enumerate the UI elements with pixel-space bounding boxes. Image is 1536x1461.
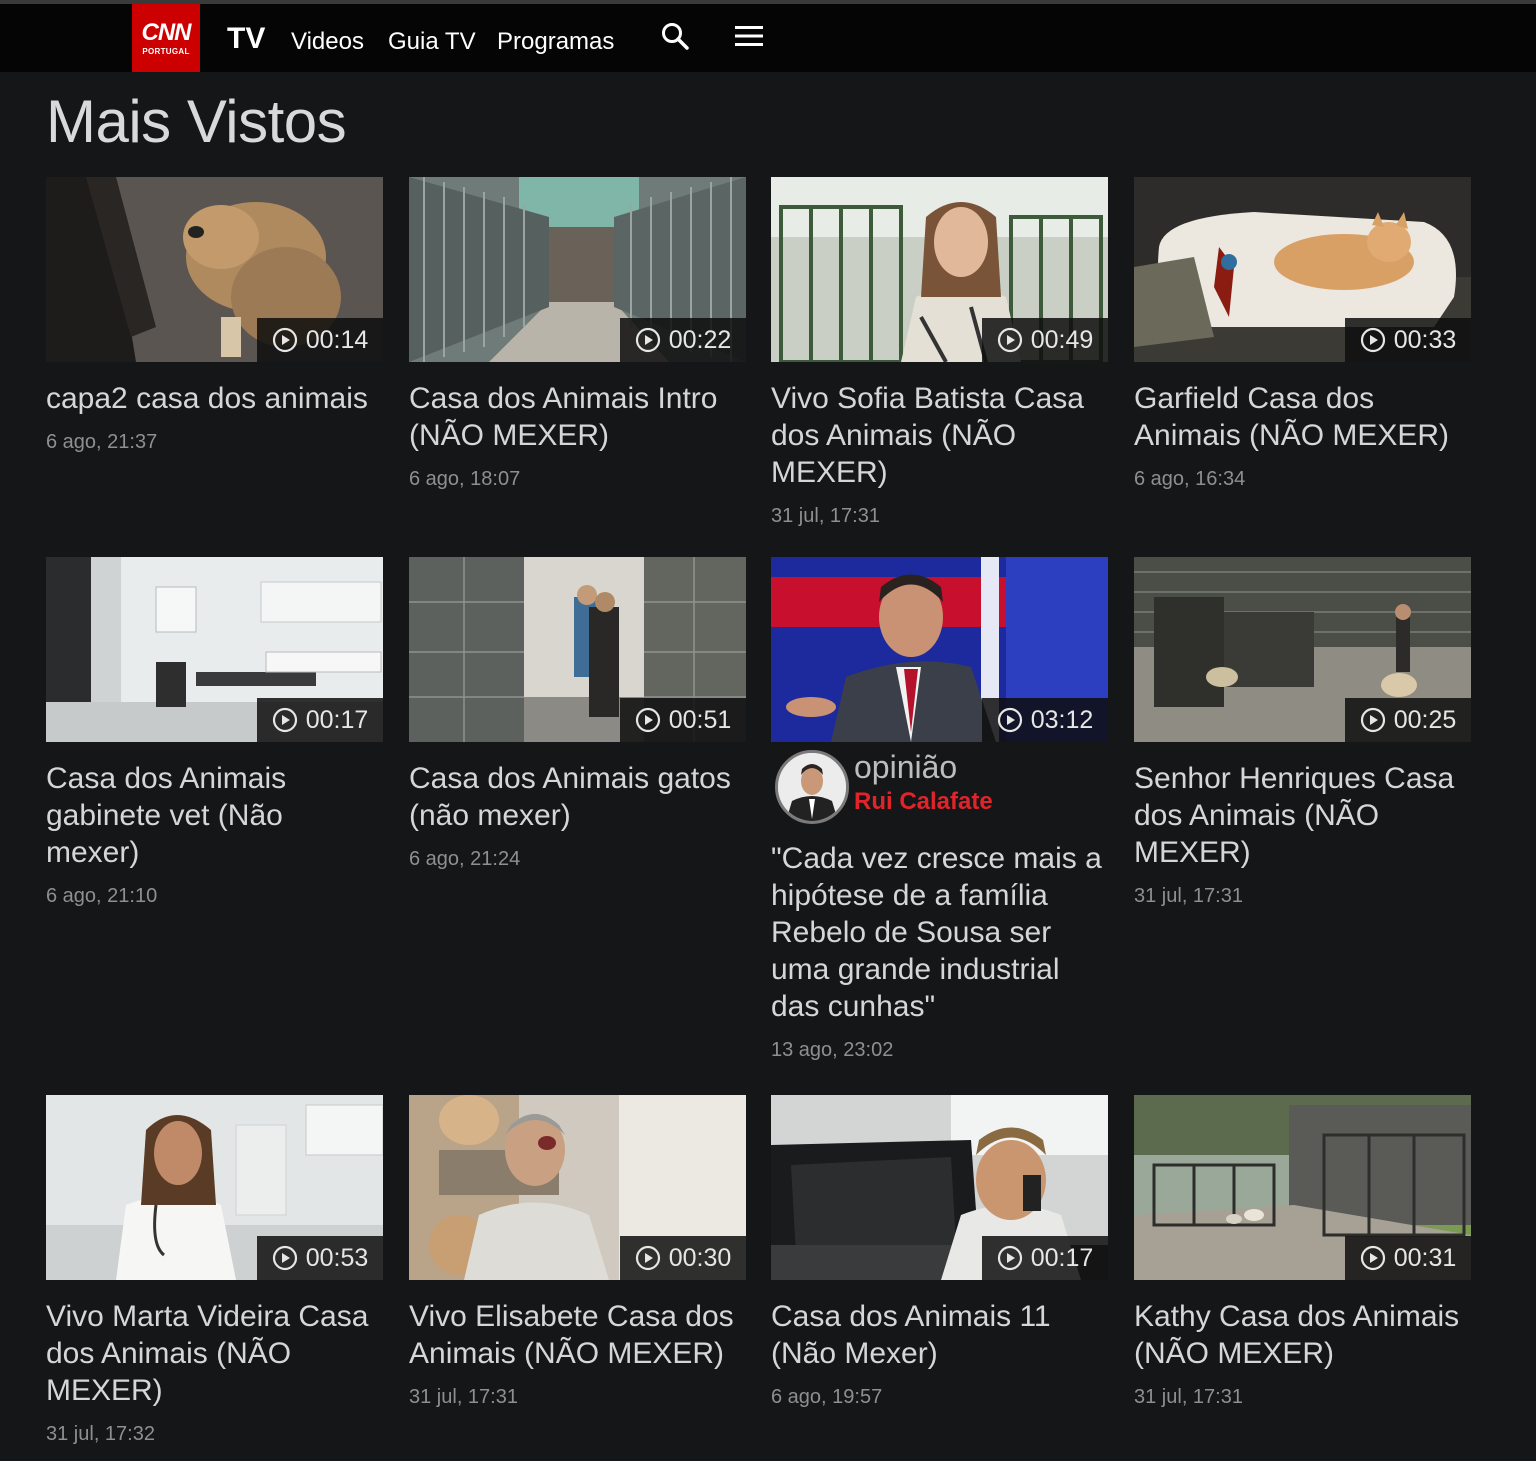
video-date: 6 ago, 21:24 bbox=[409, 848, 521, 870]
video-thumbnail[interactable]: 03:12 bbox=[771, 557, 1108, 742]
play-icon bbox=[272, 327, 297, 353]
duration-badge: 00:14 bbox=[257, 318, 383, 362]
duration-badge: 03:12 bbox=[982, 698, 1108, 742]
duration-badge: 00:17 bbox=[982, 1236, 1108, 1280]
video-card[interactable]: 00:30 Vivo Elisabete Casa dos Animais (N… bbox=[409, 1095, 746, 1409]
duration-text: 00:17 bbox=[1030, 1243, 1094, 1272]
play-icon bbox=[272, 1245, 297, 1271]
video-thumbnail[interactable]: 00:53 bbox=[46, 1095, 383, 1280]
duration-badge: 00:51 bbox=[620, 698, 746, 742]
video-date: 31 jul, 17:31 bbox=[1134, 1386, 1243, 1408]
video-thumbnail[interactable]: 00:17 bbox=[46, 557, 383, 742]
play-icon bbox=[1360, 327, 1385, 353]
duration-badge: 00:30 bbox=[620, 1236, 746, 1280]
video-title[interactable]: Kathy Casa dos Animais (NÃO MEXER) bbox=[1134, 1298, 1471, 1372]
video-card[interactable]: 00:22 Casa dos Animais Intro (NÃO MEXER)… bbox=[409, 177, 746, 491]
duration-badge: 00:22 bbox=[620, 318, 746, 362]
video-card[interactable]: 00:33 Garfield Casa dos Animais (NÃO MEX… bbox=[1134, 177, 1471, 491]
play-icon bbox=[635, 327, 660, 353]
video-thumbnail[interactable]: 00:17 bbox=[771, 1095, 1108, 1280]
video-thumbnail[interactable]: 00:22 bbox=[409, 177, 746, 362]
video-thumbnail[interactable]: 00:31 bbox=[1134, 1095, 1471, 1280]
duration-badge: 00:49 bbox=[982, 318, 1108, 362]
duration-badge: 00:53 bbox=[257, 1236, 383, 1280]
opinion-byline: opinião Rui Calafate bbox=[775, 750, 1108, 824]
video-title[interactable]: Casa dos Animais 11 (Não Mexer) bbox=[771, 1298, 1108, 1372]
video-card[interactable]: 00:31 Kathy Casa dos Animais (NÃO MEXER)… bbox=[1134, 1095, 1471, 1409]
video-thumbnail[interactable]: 00:51 bbox=[409, 557, 746, 742]
video-title[interactable]: Casa dos Animais gabinete vet (Não mexer… bbox=[46, 760, 383, 871]
video-title[interactable]: Garfield Casa dos Animais (NÃO MEXER) bbox=[1134, 380, 1471, 454]
video-thumbnail[interactable]: 00:25 bbox=[1134, 557, 1471, 742]
video-date: 6 ago, 21:10 bbox=[46, 885, 158, 907]
duration-text: 00:53 bbox=[305, 1243, 369, 1272]
duration-text: 03:12 bbox=[1030, 705, 1094, 734]
play-icon bbox=[272, 707, 297, 733]
video-title[interactable]: Casa dos Animais gatos (não mexer) bbox=[409, 760, 746, 834]
nav-link-programas[interactable]: Programas bbox=[497, 28, 614, 56]
duration-text: 00:31 bbox=[1393, 1243, 1457, 1272]
video-card[interactable]: 00:17 Casa dos Animais gabinete vet (Não… bbox=[46, 557, 383, 908]
video-card[interactable]: 00:17 Casa dos Animais 11 (Não Mexer) 6 … bbox=[771, 1095, 1108, 1409]
duration-text: 00:14 bbox=[305, 325, 369, 354]
video-date: 31 jul, 17:31 bbox=[409, 1386, 518, 1408]
video-thumbnail[interactable]: 00:33 bbox=[1134, 177, 1471, 362]
video-title[interactable]: Casa dos Animais Intro (NÃO MEXER) bbox=[409, 380, 746, 454]
video-date: 6 ago, 19:57 bbox=[771, 1386, 883, 1408]
logo-subtext: PORTUGAL bbox=[142, 46, 190, 56]
video-card[interactable]: 00:49 Vivo Sofia Batista Casa dos Animai… bbox=[771, 177, 1108, 528]
opinion-card[interactable]: 03:12 opinião Rui Calafate "Cada vez cre… bbox=[771, 557, 1108, 1062]
opinion-label: opinião bbox=[854, 749, 958, 785]
video-card[interactable]: 00:25 Senhor Henriques Casa dos Animais … bbox=[1134, 557, 1471, 908]
play-icon bbox=[635, 1245, 660, 1271]
play-icon bbox=[635, 707, 660, 733]
video-card[interactable]: 00:51 Casa dos Animais gatos (não mexer)… bbox=[409, 557, 746, 871]
duration-text: 00:25 bbox=[1393, 705, 1457, 734]
video-card[interactable]: 00:14 capa2 casa dos animais 6 ago, 21:3… bbox=[46, 177, 383, 454]
video-date: 13 ago, 23:02 bbox=[771, 1039, 894, 1061]
hamburger-menu-icon[interactable] bbox=[731, 18, 767, 54]
duration-badge: 00:25 bbox=[1345, 698, 1471, 742]
nav-link-guia-tv[interactable]: Guia TV bbox=[388, 28, 476, 56]
video-date: 6 ago, 18:07 bbox=[409, 468, 521, 490]
logo-text: CNN bbox=[141, 18, 192, 46]
video-title[interactable]: Vivo Elisabete Casa dos Animais (NÃO MEX… bbox=[409, 1298, 746, 1372]
video-title[interactable]: Vivo Sofia Batista Casa dos Animais (NÃO… bbox=[771, 380, 1108, 491]
video-title[interactable]: capa2 casa dos animais bbox=[46, 380, 383, 417]
duration-text: 00:22 bbox=[668, 325, 732, 354]
author-name[interactable]: Rui Calafate bbox=[854, 787, 993, 817]
play-icon bbox=[997, 327, 1022, 353]
cnn-portugal-logo[interactable]: CNN PORTUGAL bbox=[132, 4, 200, 72]
video-thumbnail[interactable]: 00:30 bbox=[409, 1095, 746, 1280]
video-thumbnail[interactable]: 00:14 bbox=[46, 177, 383, 362]
play-icon bbox=[997, 707, 1022, 733]
video-date: 6 ago, 21:37 bbox=[46, 431, 158, 453]
video-title[interactable]: Vivo Marta Videira Casa dos Animais (NÃO… bbox=[46, 1298, 383, 1409]
nav-link-videos[interactable]: Videos bbox=[291, 28, 364, 56]
video-date: 6 ago, 16:34 bbox=[1134, 468, 1246, 490]
video-title[interactable]: Senhor Henriques Casa dos Animais (NÃO M… bbox=[1134, 760, 1471, 871]
duration-badge: 00:31 bbox=[1345, 1236, 1471, 1280]
video-thumbnail[interactable]: 00:49 bbox=[771, 177, 1108, 362]
video-date: 31 jul, 17:32 bbox=[46, 1423, 155, 1445]
play-icon bbox=[1360, 707, 1385, 733]
play-icon bbox=[997, 1245, 1022, 1271]
video-date: 31 jul, 17:31 bbox=[1134, 885, 1243, 907]
nav-tv-label[interactable]: TV bbox=[227, 22, 265, 56]
duration-text: 00:33 bbox=[1393, 325, 1457, 354]
top-navbar: CNN PORTUGAL TV Videos Guia TV Programas bbox=[0, 4, 1536, 72]
duration-text: 00:30 bbox=[668, 1243, 732, 1272]
play-icon bbox=[1360, 1245, 1385, 1271]
duration-badge: 00:17 bbox=[257, 698, 383, 742]
author-avatar[interactable] bbox=[775, 750, 849, 824]
video-date: 31 jul, 17:31 bbox=[771, 505, 880, 527]
video-card[interactable]: 00:53 Vivo Marta Videira Casa dos Animai… bbox=[46, 1095, 383, 1446]
duration-text: 00:49 bbox=[1030, 325, 1094, 354]
duration-badge: 00:33 bbox=[1345, 318, 1471, 362]
search-icon[interactable] bbox=[657, 18, 693, 54]
duration-text: 00:51 bbox=[668, 705, 732, 734]
page-title: Mais Vistos bbox=[46, 88, 347, 155]
video-title[interactable]: "Cada vez cresce mais a hipótese de a fa… bbox=[771, 840, 1108, 1025]
duration-text: 00:17 bbox=[305, 705, 369, 734]
